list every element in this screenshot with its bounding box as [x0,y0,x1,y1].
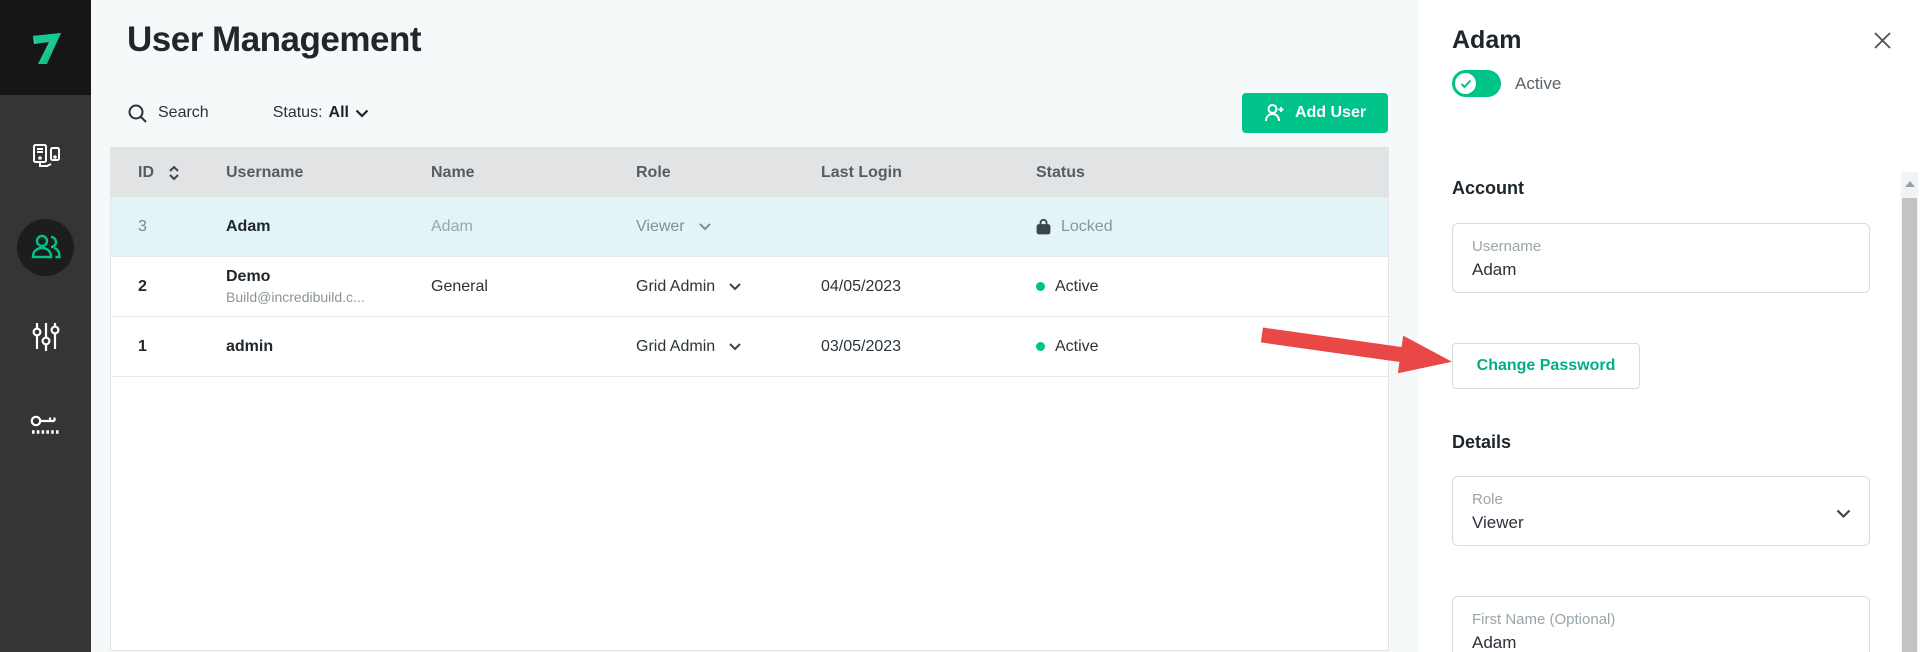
role-dropdown[interactable]: Viewer [636,218,821,236]
cell-id: 1 [138,338,226,356]
sort-icon[interactable] [168,165,180,181]
scrollbar-thumb[interactable] [1902,198,1917,652]
role-select-value: Viewer [1472,513,1869,533]
close-icon [1873,31,1892,50]
license-key-icon [26,408,66,448]
account-section-heading: Account [1452,178,1524,199]
username-field-value: Adam [1472,260,1869,280]
close-panel-button[interactable] [1870,28,1894,52]
first-name-field-label: First Name (Optional) [1472,611,1869,628]
active-status-dot [1036,282,1045,291]
username-field-label: Username [1472,238,1869,255]
search-placeholder: Search [158,104,209,122]
table-row-adam[interactable]: 3 Adam Adam Viewer Locked [111,197,1388,257]
page-title: User Management [127,20,421,60]
incredibuild-logo-icon [24,26,68,70]
add-user-label: Add User [1295,104,1366,122]
check-icon [1460,79,1472,89]
status-filter-value: All [329,104,349,122]
column-header-username[interactable]: Username [226,164,431,182]
add-user-icon [1264,103,1286,123]
table-row-admin[interactable]: 1 admin Grid Admin 03/05/2023 Active [111,317,1388,377]
first-name-field[interactable]: First Name (Optional) Adam [1452,596,1870,652]
username-field[interactable]: Username Adam [1452,223,1870,293]
chevron-down-icon [729,283,741,291]
cell-username: Adam [226,218,431,236]
sidebar-item-grid-machines[interactable] [0,129,91,185]
status-filter-dropdown[interactable]: Status: All [273,104,369,122]
change-password-button[interactable]: Change Password [1452,343,1640,389]
search-icon [127,103,148,124]
scrollbar-up-arrow-icon[interactable] [1905,181,1915,187]
active-status-dot [1036,342,1045,351]
cell-id: 2 [138,278,226,296]
column-header-role[interactable]: Role [636,164,821,182]
lock-icon [1036,218,1051,235]
sidebar-item-license[interactable] [0,400,91,456]
role-dropdown[interactable]: Grid Admin [636,278,821,296]
column-header-last-login[interactable]: Last Login [821,164,1036,182]
table-header-row: ID Username Name Role Last Login Status [111,148,1388,197]
status-filter-label: Status: [273,104,323,122]
toggle-knob [1455,73,1476,94]
cell-name: Adam [431,218,636,236]
active-toggle-label: Active [1515,74,1561,94]
cell-username: Demo Build@incredibuild.c... [226,268,431,305]
active-toggle[interactable] [1452,70,1501,97]
app-logo[interactable] [0,0,91,95]
panel-title: Adam [1452,26,1521,55]
cell-last-login: 03/05/2023 [821,338,1036,356]
column-header-id[interactable]: ID [138,164,226,182]
chevron-down-icon [729,343,741,351]
cell-username: admin [226,338,431,356]
sidebar-item-users[interactable] [0,219,91,275]
grid-machines-icon [29,140,63,174]
cell-email: Build@incredibuild.c... [226,289,431,305]
sidebar [0,0,91,652]
search-input[interactable]: Search [127,103,209,124]
column-header-status[interactable]: Status [1036,164,1388,182]
chevron-down-icon [1836,509,1851,519]
main-content: User Management Search Status: All Add U… [91,0,1418,652]
cell-name: General [431,278,636,296]
role-dropdown[interactable]: Grid Admin [636,338,821,356]
first-name-field-value: Adam [1472,633,1869,652]
cell-last-login: 04/05/2023 [821,278,1036,296]
user-detail-panel: Adam Active Account Username Adam Change… [1418,0,1920,652]
settings-sliders-icon [29,319,63,355]
column-header-name[interactable]: Name [431,164,636,182]
users-icon [28,229,64,265]
users-table: ID Username Name Role Last Login Status … [110,147,1389,651]
role-select[interactable]: Role Viewer [1452,476,1870,546]
table-row-demo[interactable]: 2 Demo Build@incredibuild.c... General G… [111,257,1388,317]
chevron-down-icon [355,109,369,118]
chevron-down-icon [699,223,711,231]
active-toggle-row: Active [1452,70,1561,97]
role-select-label: Role [1472,491,1869,508]
add-user-button[interactable]: Add User [1242,93,1388,133]
cell-status: Locked [1036,218,1388,236]
details-section-heading: Details [1452,432,1511,453]
cell-status: Active [1036,278,1388,296]
toolbar: Search Status: All [127,96,369,130]
cell-id: 3 [138,218,226,236]
panel-scrollbar[interactable] [1901,172,1918,652]
cell-status: Active [1036,338,1388,356]
sidebar-item-settings[interactable] [0,309,91,365]
